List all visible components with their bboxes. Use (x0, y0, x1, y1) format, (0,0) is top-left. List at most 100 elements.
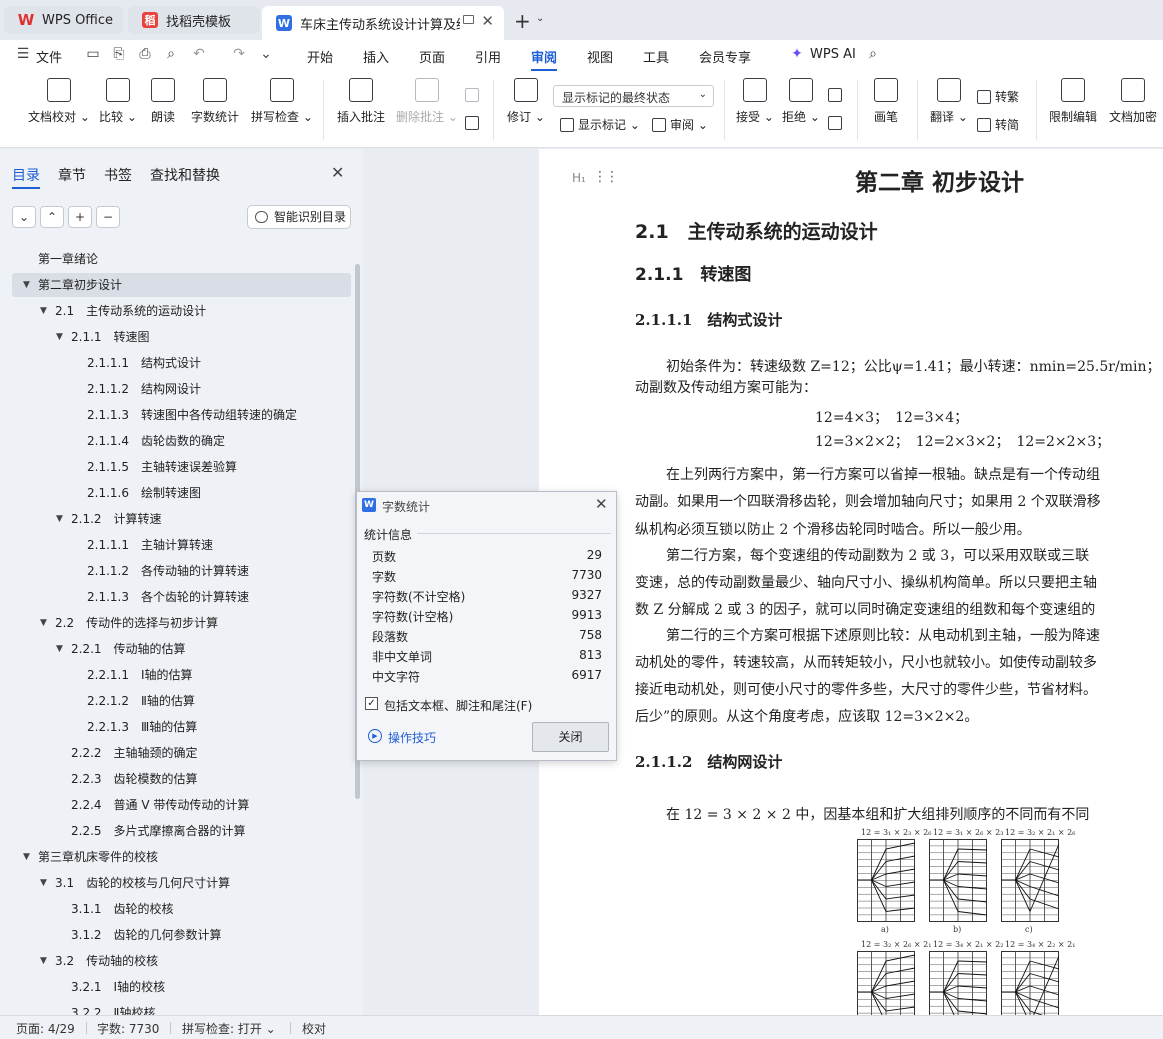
toc-item[interactable]: 3.1.1 齿轮的校核 (0, 897, 350, 921)
redo-icon[interactable]: ↷ (230, 46, 248, 64)
toc-item[interactable]: ▼ 3.1 齿轮的校核与几何尺寸计算 (0, 871, 350, 895)
menu-wps-ai[interactable]: WPS AI (810, 47, 856, 62)
play-tips-icon[interactable]: ▶ (368, 729, 382, 743)
print-preview-icon[interactable]: ⌕ (162, 46, 180, 64)
tab-bookmarks[interactable]: 书签 (104, 165, 132, 185)
new-tab-plus-icon[interactable]: + (514, 9, 531, 33)
undo-icon[interactable]: ↶ (190, 46, 208, 64)
add-heading-button[interactable]: + (68, 206, 92, 228)
document-page[interactable]: H₁ ⋮⋮ 第二章 初步设计 2.1 主传动系统的运动设计 2.1.1 转速图 … (539, 149, 1163, 1015)
expand-caret-icon[interactable]: ▼ (23, 273, 30, 297)
search-icon[interactable]: ⌕ (864, 46, 882, 64)
menu-insert[interactable]: 插入 (363, 47, 389, 66)
toc-item[interactable]: ▼ 3.2 传动轴的校核 (0, 949, 350, 973)
tips-link[interactable]: 操作技巧 (388, 729, 436, 746)
expand-caret-icon[interactable]: ▼ (40, 871, 47, 895)
dialog-close-icon[interactable]: ✕ (595, 495, 608, 513)
tab-docer-templates[interactable]: 稻 找稻壳模板 (128, 6, 260, 34)
save-icon[interactable]: ▭ (84, 46, 102, 64)
tab-wps-office[interactable]: W WPS Office (4, 6, 123, 34)
toc-item[interactable]: 2.1.1.5 主轴转速误差验算 (0, 455, 350, 479)
expand-caret-icon[interactable]: ▼ (56, 507, 63, 531)
menu-references[interactable]: 引用 (475, 47, 501, 66)
expand-caret-icon[interactable]: ▼ (56, 325, 63, 349)
next-revision-button[interactable] (828, 116, 846, 130)
review-pane-button[interactable]: 审阅 ⌄ (652, 116, 708, 133)
toc-item[interactable]: 2.2.5 多片式摩擦离合器的计算 (0, 819, 350, 843)
print-icon[interactable]: ⎙ (136, 46, 154, 64)
toc-item[interactable]: 2.2.2 主轴轴颈的确定 (0, 741, 350, 765)
show-markup-button[interactable]: 显示标记 ⌄ (560, 116, 640, 133)
toc-item[interactable]: 2.1.1.1 结构式设计 (0, 351, 350, 375)
encrypt-button[interactable]: 文档加密 (1109, 78, 1157, 125)
remove-heading-button[interactable]: − (96, 206, 120, 228)
revise-button[interactable]: 修订 ⌄ (507, 78, 545, 125)
toc-item[interactable]: 2.1.1.2 结构网设计 (0, 377, 350, 401)
word-count-indicator[interactable]: 字数: 7730 (97, 1020, 159, 1037)
expand-caret-icon[interactable]: ▼ (40, 949, 47, 973)
toc-item[interactable]: ▼ 2.2.1 传动轴的估算 (0, 637, 350, 661)
drag-handle-icon[interactable]: ⋮⋮ (593, 169, 619, 185)
translate-button[interactable]: 翻译 ⌄ (930, 78, 968, 125)
read-aloud-button[interactable]: 朗读 (151, 78, 175, 125)
menu-view[interactable]: 视图 (587, 47, 613, 66)
word-count-button[interactable]: 字数统计 (191, 78, 239, 125)
close-pane-icon[interactable]: ✕ (331, 163, 344, 182)
expand-caret-icon[interactable]: ▼ (56, 637, 63, 661)
to-simplified-button[interactable]: 转简 (977, 116, 1019, 133)
compare-button[interactable]: 比较 ⌄ (99, 78, 137, 125)
delete-comment-button[interactable]: 删除批注 ⌄ (396, 78, 458, 125)
toc-item[interactable]: 2.1.1.4 齿轮齿数的确定 (0, 429, 350, 453)
toc-item[interactable]: 2.1.1.1 主轴计算转速 (0, 533, 350, 557)
to-traditional-button[interactable]: 转繁 (977, 88, 1019, 105)
toc-item[interactable]: 2.2.4 普通 V 带传动传动的计算 (0, 793, 350, 817)
menu-review[interactable]: 审阅 (531, 47, 557, 66)
tab-chapters[interactable]: 章节 (58, 165, 86, 185)
tab-find-replace[interactable]: 查找和替换 (150, 165, 220, 185)
toc-item[interactable]: 2.2.3 齿轮模数的估算 (0, 767, 350, 791)
close-tab-icon[interactable]: ✕ (481, 12, 494, 30)
collapse-up-button[interactable]: ⌃ (40, 206, 64, 228)
expand-caret-icon[interactable]: ▼ (40, 611, 47, 635)
toc-item[interactable]: ▼ 2.1.2 计算转速 (0, 507, 350, 531)
toc-item[interactable]: 3.2.1 Ⅰ轴的校核 (0, 975, 350, 999)
toc-item[interactable]: 2.2.1.3 Ⅲ轴的估算 (0, 715, 350, 739)
insert-comment-button[interactable]: 插入批注 (337, 78, 385, 125)
toc-item[interactable]: 2.1.1.3 各个齿轮的计算转速 (0, 585, 350, 609)
page-indicator[interactable]: 页面: 4/29 (16, 1020, 75, 1037)
export-icon[interactable]: ⎘ (110, 46, 128, 64)
toc-item[interactable]: ▼ 2.1.1 转速图 (0, 325, 350, 349)
tab-toc[interactable]: 目录 (12, 165, 40, 185)
menu-page[interactable]: 页面 (419, 47, 445, 66)
wps-ai-icon[interactable]: ✦ (788, 46, 806, 64)
menu-tools[interactable]: 工具 (643, 47, 669, 66)
markup-mode-select[interactable]: 显示标记的最终状态 ⌄ (553, 85, 714, 107)
menu-file[interactable]: 文件 (36, 47, 62, 66)
expand-down-button[interactable]: ⌄ (12, 206, 36, 228)
proofread-indicator[interactable]: 校对 (302, 1020, 326, 1037)
tab-document[interactable]: W 车床主传动系统设计计算及结构 ✕ (262, 6, 504, 40)
include-textbox-checkbox[interactable]: ✓ (365, 697, 378, 710)
prev-comment-button[interactable] (465, 88, 483, 102)
accept-button[interactable]: 接受 ⌄ (736, 78, 774, 125)
menu-home[interactable]: 开始 (307, 47, 333, 66)
menu-member[interactable]: 会员专享 (699, 47, 751, 66)
toc-item[interactable]: 3.1.2 齿轮的几何参数计算 (0, 923, 350, 947)
prev-revision-button[interactable] (828, 88, 846, 102)
pen-button[interactable]: 画笔 (874, 78, 898, 125)
restrict-edit-button[interactable]: 限制编辑 (1049, 78, 1097, 125)
toc-item[interactable]: ▼ 第二章初步设计 (0, 273, 350, 297)
toc-item[interactable]: 2.1.1.6 绘制转速图 (0, 481, 350, 505)
next-comment-button[interactable] (465, 116, 483, 130)
smart-toc-button[interactable]: 智能识别目录 (247, 205, 351, 229)
toc-item[interactable]: 2.1.1.3 转速图中各传动组转速的确定 (0, 403, 350, 427)
hamburger-icon[interactable]: ☰ (14, 46, 32, 64)
close-button[interactable]: 关闭 (532, 722, 609, 752)
toc-item[interactable]: 第一章绪论 (0, 247, 350, 271)
toc-item[interactable]: ▼ 2.2 传动件的选择与初步计算 (0, 611, 350, 635)
expand-caret-icon[interactable]: ▼ (23, 845, 30, 869)
chevron-down-icon[interactable]: ⌄ (536, 13, 544, 24)
toc-item[interactable]: ▼ 2.1 主传动系统的运动设计 (0, 299, 350, 323)
toc-item[interactable]: ▼ 第三章机床零件的校核 (0, 845, 350, 869)
more-chevron-icon[interactable]: ⌄ (257, 46, 275, 64)
